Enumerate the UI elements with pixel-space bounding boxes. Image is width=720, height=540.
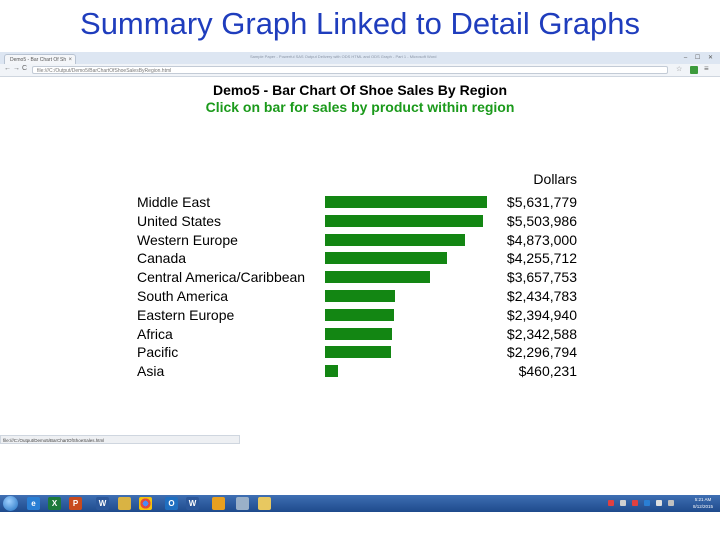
bar[interactable] [325, 252, 447, 265]
browser-window: Demo5 - Bar Chart Of Sh × Sample Paper -… [0, 52, 720, 512]
bar[interactable] [325, 233, 465, 246]
clock-time: 5:21 AM [694, 497, 712, 502]
category-label: Pacific [137, 344, 179, 361]
windows-explorer-icon[interactable] [118, 497, 131, 510]
tray-security-icon[interactable] [608, 500, 614, 506]
category-label: South America [137, 288, 229, 304]
bar[interactable] [325, 214, 483, 227]
paint-icon[interactable] [212, 497, 225, 510]
category-label: United States [137, 212, 222, 229]
window-controls[interactable]: – ☐ ✕ [684, 54, 716, 61]
dollars-column-header: Dollars [533, 171, 577, 187]
category-label: Middle East [137, 194, 211, 210]
category-label: Asia [137, 363, 165, 380]
value-label: $2,342,588 [506, 325, 577, 342]
bar[interactable] [325, 308, 394, 321]
extension-icon[interactable] [690, 66, 698, 74]
tray-flag-icon[interactable] [656, 500, 662, 506]
window-title: Sample Paper - Powerful SAS Output Deliv… [250, 54, 437, 59]
category-label: Central America/Caribbean [137, 269, 306, 286]
category-label: Canada [137, 250, 187, 267]
category-label: Eastern Europe [137, 306, 235, 323]
value-label: $2,394,940 [506, 306, 577, 323]
folder-icon[interactable] [258, 497, 271, 510]
chart-title: Demo5 - Bar Chart Of Shoe Sales By Regio… [212, 82, 508, 98]
chrome-icon[interactable] [139, 497, 152, 510]
value-label: $4,873,000 [506, 231, 577, 248]
tray-volume-icon[interactable] [668, 500, 674, 506]
browser-menu-icon[interactable]: ≡ [704, 64, 709, 73]
tab-label: Demo5 - Bar Chart Of Sh [10, 57, 67, 63]
bar[interactable] [325, 346, 391, 359]
taskbar: e X P W O W 5:21 AM 8/12/2015 [0, 495, 720, 512]
reload-icon[interactable]: C [22, 65, 27, 72]
address-input[interactable]: file:///C:/Output/Demo5/BarChartOfShoeSa… [32, 66, 668, 74]
page-content: Demo5 - Bar Chart Of Shoe Sales By Regio… [0, 77, 720, 432]
category-label: Africa [137, 325, 173, 342]
word-document-icon[interactable]: W [186, 497, 199, 510]
tab-bar: Demo5 - Bar Chart Of Sh × Sample Paper -… [0, 52, 720, 65]
bar[interactable] [325, 327, 392, 340]
bar[interactable] [325, 290, 395, 302]
value-label: $3,657,753 [506, 269, 577, 286]
outlook-icon[interactable]: O [165, 497, 178, 510]
clock-date: 8/12/2015 [692, 504, 714, 509]
address-bar-row: ← → C file:///C:/Output/Demo5/BarChartOf… [0, 64, 720, 77]
excel-icon[interactable]: X [48, 497, 61, 510]
word-icon[interactable]: W [96, 497, 109, 510]
status-bar: file:///C:/Output/Demo5/BarChartOfShoeSa… [0, 435, 240, 444]
value-label: $4,255,712 [506, 250, 577, 267]
value-label: $2,434,783 [506, 288, 577, 304]
start-button-icon[interactable] [3, 496, 18, 511]
sas-icon[interactable] [236, 497, 249, 510]
chart-subtitle: Click on bar for sales by product within… [205, 99, 515, 115]
value-label: $460,231 [518, 363, 577, 380]
taskbar-clock[interactable]: 5:21 AM 8/12/2015 [688, 496, 718, 510]
tray-app-icon[interactable] [644, 500, 650, 506]
bar[interactable] [325, 271, 430, 284]
category-label: Western Europe [137, 231, 238, 248]
slide-title: Summary Graph Linked to Detail Graphs [80, 6, 640, 41]
value-label: $5,503,986 [506, 212, 577, 229]
forward-icon[interactable]: → [13, 65, 20, 72]
back-icon[interactable]: ← [4, 65, 11, 72]
internet-explorer-icon[interactable]: e [27, 497, 40, 510]
value-label: $2,296,794 [506, 344, 577, 361]
bar[interactable] [325, 365, 338, 378]
value-label: $5,631,779 [506, 194, 577, 210]
bookmark-star-icon[interactable]: ☆ [676, 65, 682, 73]
bar[interactable] [325, 196, 487, 208]
powerpoint-icon[interactable]: P [69, 497, 82, 510]
tray-alert-icon[interactable] [632, 500, 638, 506]
tray-network-icon[interactable] [620, 500, 626, 506]
